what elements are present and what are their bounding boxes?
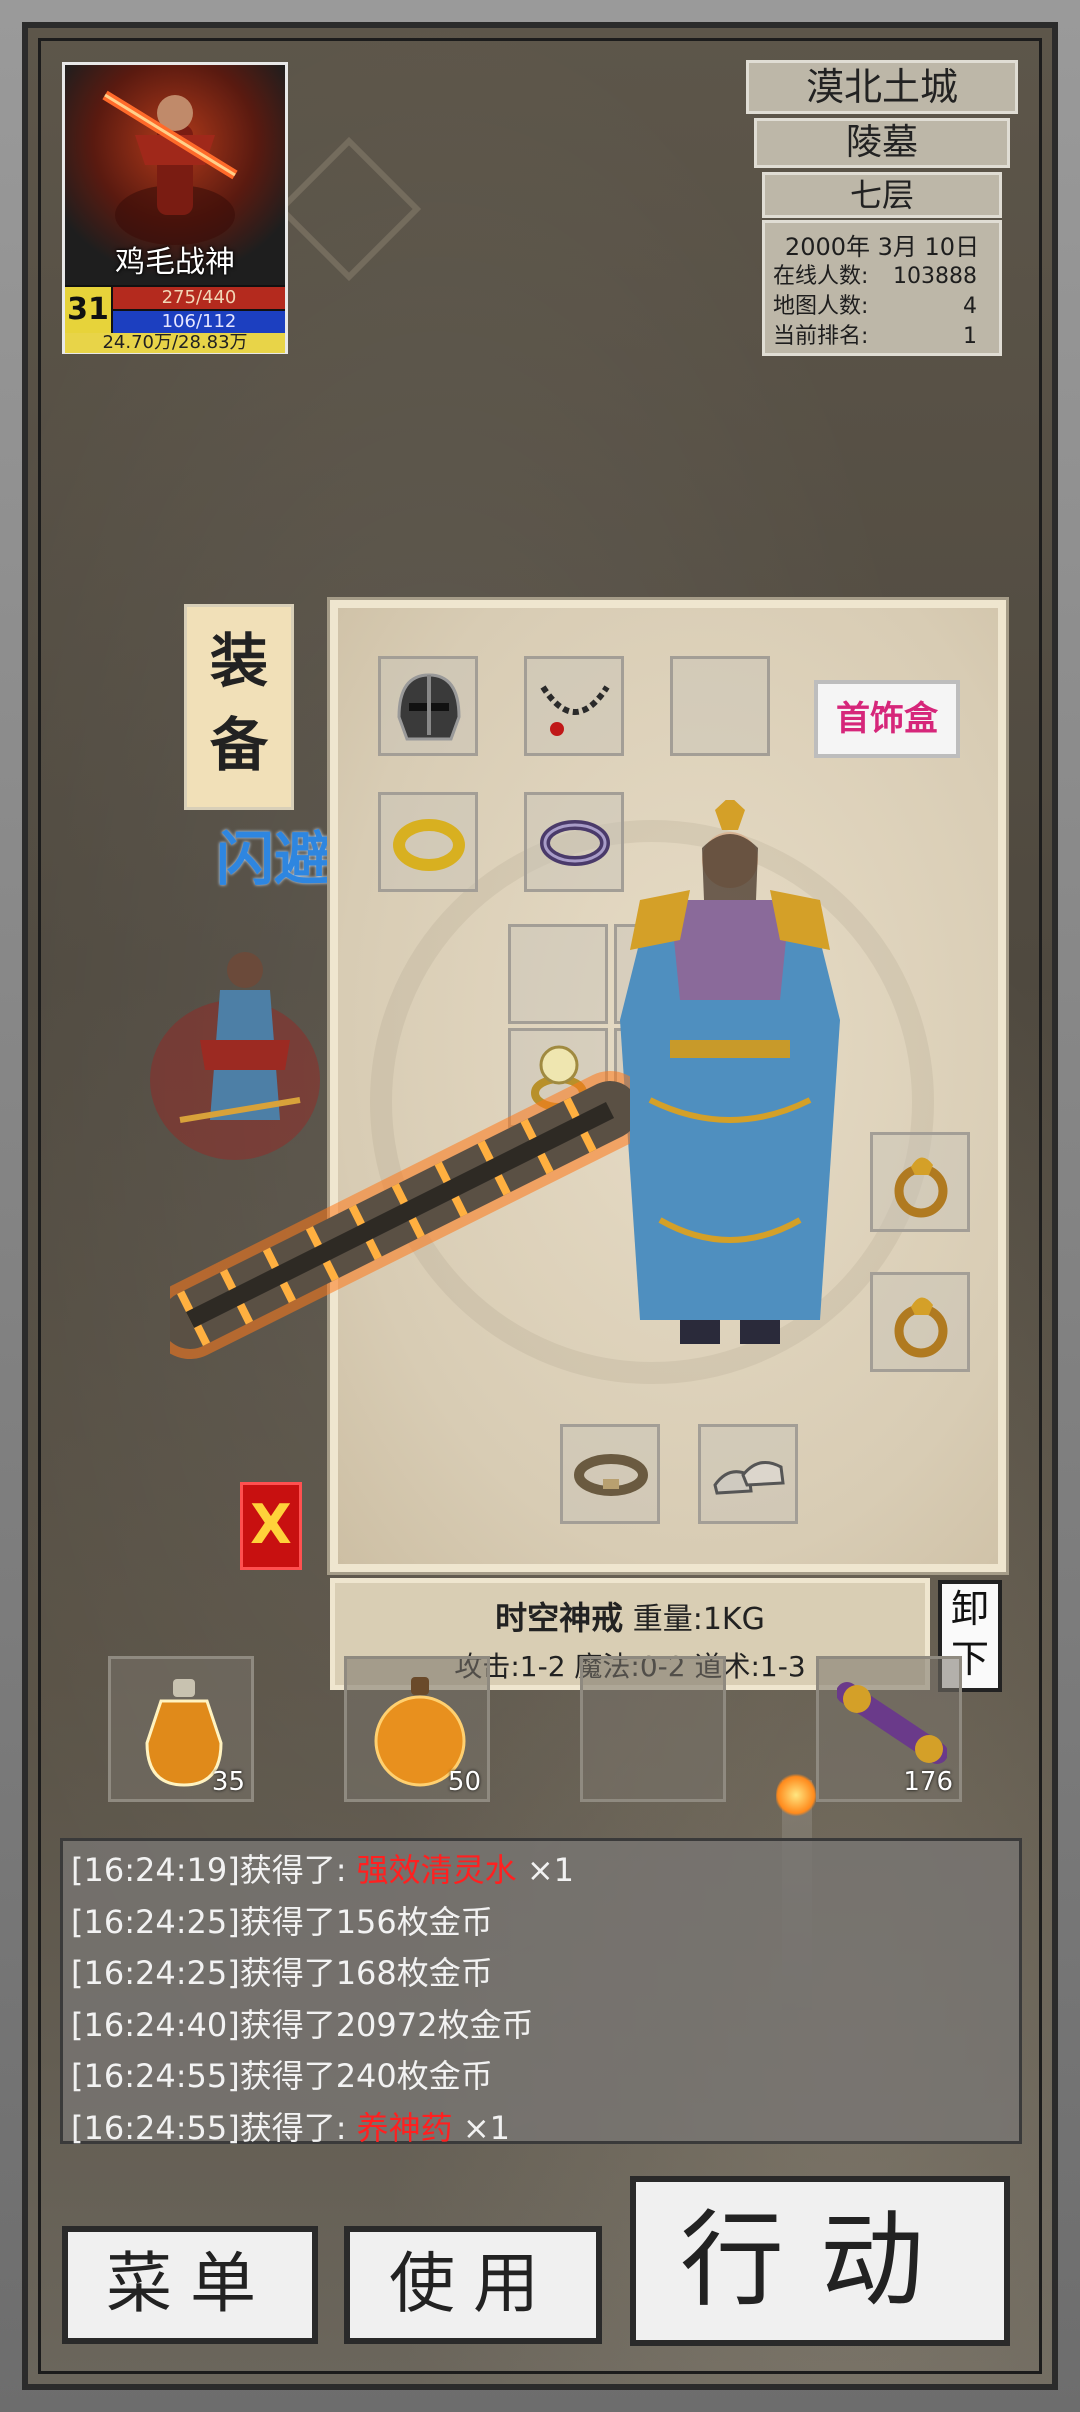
quick-slot-2[interactable]: 50: [344, 1656, 490, 1802]
log-line: [16:24:40]获得了20972枚金币: [71, 2000, 1011, 2052]
hp-bar: 275/440: [113, 287, 285, 309]
mp-bar: 106/112: [113, 311, 285, 333]
log-line: [16:24:19]获得了: 强效清灵水 ×1: [71, 1845, 1011, 1897]
dragon-ring-icon: [894, 1157, 948, 1218]
player-name: 鸡毛战神: [115, 245, 235, 280]
necklace-slot[interactable]: [524, 656, 624, 756]
quick-slot-count: 176: [903, 1767, 953, 1797]
log-line: [16:24:55]获得了240枚金币: [71, 2051, 1011, 2103]
exp-bar: 24.70万/28.83万: [65, 333, 285, 353]
log-item: 养神药: [356, 2108, 453, 2147]
log-text: 获得了20972枚金币: [239, 2005, 534, 2044]
belt-icon: [574, 1454, 648, 1496]
boots-slot[interactable]: [698, 1424, 798, 1524]
weapon-staff-icon[interactable]: [170, 1070, 630, 1370]
server-stats: 2000年 3月 10日 在线人数: 103888 地图人数: 4 当前排名: 1: [762, 220, 1002, 356]
log-item: 强效清灵水: [356, 1851, 517, 1889]
close-button[interactable]: X: [240, 1482, 302, 1570]
log-suffix: ×1: [516, 1851, 575, 1889]
online-value: 103888: [893, 264, 977, 289]
log-time: [16:24:55]: [71, 2108, 240, 2147]
log-text: 获得了:: [239, 2108, 357, 2147]
log-suffix: ×1: [452, 2108, 511, 2147]
log-text: 获得了:: [239, 1851, 357, 1889]
dragon-ring-slot-1[interactable]: [870, 1132, 970, 1232]
log-text: 获得了156枚金币: [239, 1902, 493, 1941]
log-time: [16:24:25]: [71, 1954, 240, 1992]
map-players-value: 4: [963, 294, 977, 319]
action-button[interactable]: 行动: [630, 2176, 1010, 2346]
gold-bracelet-icon: [393, 819, 465, 871]
log-time: [16:24:40]: [71, 2005, 240, 2044]
unequip-label-1: 卸: [950, 1587, 989, 1631]
item-name: 时空神戒: [495, 1599, 624, 1637]
log-line: [16:24:25]获得了168枚金币: [71, 1948, 1011, 2000]
player-level: 31: [65, 287, 111, 333]
quick-slot-4[interactable]: 176: [816, 1656, 962, 1802]
rank-value: 1: [963, 324, 977, 349]
log-line: [16:24:55]获得了: 养神药 ×1: [71, 2103, 1011, 2155]
torch-flame-icon: [776, 1772, 816, 1818]
dodge-floating-text: 闪避: [216, 825, 333, 893]
helmet-icon: [397, 673, 461, 741]
use-button[interactable]: 使用: [344, 2226, 602, 2344]
belt-slot[interactable]: [560, 1424, 660, 1524]
quick-slot-3[interactable]: [580, 1656, 726, 1802]
boots-icon: [713, 1461, 785, 1495]
item-weight: 重量:1KG: [632, 1602, 765, 1637]
equipment-tab[interactable]: 装 备: [184, 604, 294, 810]
tab-label-2: 备: [209, 711, 268, 779]
rank-label: 当前排名:: [773, 324, 869, 349]
helmet-slot[interactable]: [378, 656, 478, 756]
jewelry-box-button[interactable]: 首饰盒: [814, 680, 960, 758]
area-name: 陵墓: [754, 118, 1010, 168]
log-time: [16:24:25]: [71, 1902, 240, 1941]
player-portrait[interactable]: 鸡毛战神 31 275/440 106/112 24.70万/28.83万: [62, 62, 288, 354]
dragon-ring-icon: [894, 1297, 948, 1358]
floor-tile-pattern: [276, 136, 422, 282]
region-name: 漠北土城: [746, 60, 1018, 114]
bracelet-left-slot[interactable]: [378, 792, 478, 892]
log-text: 获得了240枚金币: [239, 2057, 493, 2095]
dragon-ring-slot-2[interactable]: [870, 1272, 970, 1372]
log-time: [16:24:19]: [71, 1851, 240, 1889]
quick-slot-1[interactable]: 35: [108, 1656, 254, 1802]
game-date: 2000年 3月 10日: [784, 233, 980, 261]
necklace-icon: [540, 685, 610, 736]
online-label: 在线人数:: [773, 264, 869, 289]
map-players-label: 地图人数:: [773, 294, 869, 319]
log-time: [16:24:55]: [71, 2057, 240, 2095]
tab-label-1: 装: [209, 627, 268, 695]
medal-slot[interactable]: [670, 656, 770, 756]
log-text: 获得了168枚金币: [239, 1954, 493, 1992]
log-line: [16:24:25]获得了156枚金币: [71, 1897, 1011, 1949]
quick-slot-count: 35: [211, 1767, 245, 1797]
floor-name: 七层: [762, 172, 1002, 218]
message-log[interactable]: [16:24:19]获得了: 强效清灵水 ×1 [16:24:25]获得了156…: [60, 1838, 1022, 2147]
quick-slot-count: 50: [447, 1767, 481, 1797]
menu-button[interactable]: 菜单: [62, 2226, 318, 2344]
